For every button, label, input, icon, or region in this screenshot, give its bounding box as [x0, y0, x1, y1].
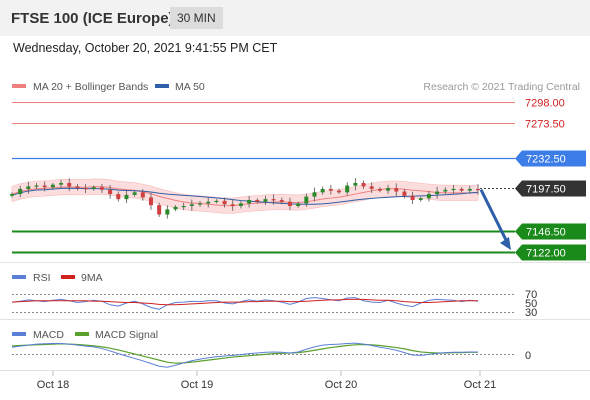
- rsi-ma-legend-swatch: [61, 275, 75, 279]
- candle-body: [353, 182, 358, 186]
- candle-body: [247, 200, 252, 204]
- candle-body: [116, 194, 121, 200]
- candle-body: [402, 191, 407, 196]
- candle-body: [426, 194, 431, 199]
- forecast-arrow-shaft: [479, 188, 510, 245]
- ma20-legend-label: MA 20 + Bollinger Bands: [33, 81, 148, 93]
- candle-body: [165, 209, 170, 215]
- macd-signal-legend-label: MACD Signal: [95, 329, 158, 341]
- candle-body: [26, 186, 31, 189]
- candle-body: [18, 188, 23, 195]
- candle-body: [157, 205, 162, 215]
- level-resistance: 7273.50: [12, 119, 565, 131]
- candle-body: [59, 182, 64, 185]
- candle-body: [410, 195, 415, 201]
- candle-body: [320, 188, 325, 193]
- x-tick-label: Oct 21: [464, 379, 496, 391]
- candle-body: [377, 188, 382, 191]
- macd-legend-label: MACD: [33, 329, 64, 341]
- candle-body: [467, 188, 472, 191]
- candle-body: [296, 203, 301, 206]
- candle-body: [108, 189, 113, 195]
- candle-body: [476, 188, 480, 191]
- candle-body: [124, 194, 129, 200]
- level-pivot: 7232.50: [12, 150, 586, 167]
- candle-body: [271, 199, 276, 201]
- ma50-legend-label: MA 50: [175, 81, 205, 93]
- candle-body: [279, 200, 284, 202]
- x-tick-label: Oct 20: [325, 379, 357, 391]
- candle-body: [181, 205, 186, 208]
- level-resistance: 7298.00: [12, 98, 565, 110]
- candle-body: [10, 194, 14, 196]
- x-tick-label: Oct 18: [37, 379, 69, 391]
- ma50-legend-swatch: [155, 84, 169, 88]
- candle-body: [361, 182, 366, 187]
- candle-body: [328, 188, 333, 191]
- candle-body: [132, 192, 137, 195]
- macd-legend-swatch: [12, 332, 26, 336]
- candle-body: [337, 190, 342, 193]
- candle-body: [206, 201, 211, 204]
- candle-body: [91, 187, 96, 189]
- candle-body: [451, 188, 456, 191]
- candle-body: [214, 200, 219, 203]
- macd-zero-label: 0: [525, 350, 531, 362]
- macd-lines: [11, 342, 478, 368]
- rsi-line: [11, 297, 479, 310]
- candle-body: [263, 199, 268, 202]
- level-support: 7122.00: [12, 244, 586, 261]
- candle-body: [75, 186, 80, 189]
- x-axis-ticks: Oct 18 Oct 19 Oct 20 Oct 21: [37, 371, 496, 391]
- candle-body: [83, 188, 88, 190]
- resistance-label: 7273.50: [525, 119, 565, 131]
- forecast-arrow: [479, 188, 511, 251]
- rsi-ma-legend-label: 9MA: [81, 272, 103, 284]
- resistance-label: 7298.00: [525, 98, 565, 110]
- credit-text: Research © 2021 Trading Central: [423, 81, 580, 93]
- candle-body: [148, 197, 153, 206]
- candle-body: [189, 204, 194, 206]
- rsi-lines: [11, 297, 479, 310]
- x-tick-label: Oct 19: [181, 379, 213, 391]
- rsi-legend-swatch: [12, 275, 26, 279]
- candle-body: [459, 188, 464, 191]
- candle-body: [394, 188, 399, 192]
- candle-body: [287, 201, 292, 206]
- rsi-legend-label: RSI: [33, 272, 51, 284]
- candle: [157, 202, 162, 217]
- candle-body: [34, 185, 39, 187]
- support-label: 7146.50: [526, 227, 566, 239]
- candle-body: [198, 203, 203, 205]
- candle-body: [140, 192, 145, 198]
- candle-body: [312, 192, 317, 197]
- candle-body: [304, 196, 309, 204]
- candle-body: [435, 191, 440, 195]
- macd-signal-legend-swatch: [75, 332, 89, 336]
- candle-body: [369, 186, 374, 189]
- candle-body: [67, 182, 72, 187]
- candle-body: [50, 184, 55, 188]
- candle-body: [173, 206, 178, 210]
- candle-body: [238, 203, 243, 206]
- candle-body: [222, 200, 227, 205]
- level-current: 7197.50: [480, 180, 586, 197]
- macd-line: [11, 342, 478, 368]
- chart-canvas: MA 20 + Bollinger Bands MA 50 Research ©…: [0, 81, 590, 391]
- support-label: 7122.00: [526, 248, 566, 260]
- candle-body: [255, 200, 260, 202]
- candle-body: [443, 189, 448, 192]
- candle: [165, 205, 170, 219]
- candle-body: [99, 187, 104, 190]
- candle-body: [42, 185, 47, 188]
- candle-body: [345, 185, 350, 193]
- rsi-30-label: 30: [525, 307, 537, 319]
- current-price-label: 7197.50: [526, 184, 566, 196]
- candle-body: [230, 204, 235, 206]
- pivot-label: 7232.50: [526, 154, 566, 166]
- candle-body: [418, 198, 423, 201]
- ma20-legend-swatch: [12, 84, 26, 88]
- candle-body: [386, 188, 391, 191]
